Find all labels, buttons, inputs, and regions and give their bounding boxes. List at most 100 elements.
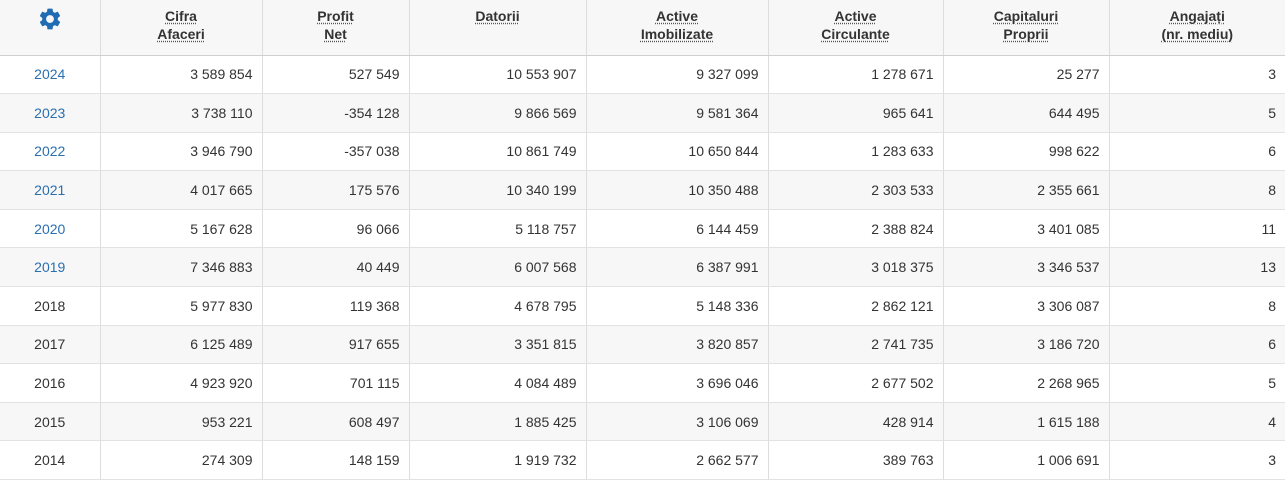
- cell-datorii: 4 678 795: [409, 286, 587, 326]
- cell-active-imobilizate: 6 387 991: [586, 247, 769, 288]
- cell-capitaluri-proprii: 3 346 537: [943, 247, 1110, 288]
- cell-active-circulante: 3 018 375: [768, 247, 944, 288]
- table-body: 2024 3 589 854 527 549 10 553 907 9 327 099 1…: [0, 55, 1285, 481]
- cell-angajati: 8: [1109, 286, 1285, 326]
- cell-capitaluri-proprii: 3 186 720: [943, 325, 1110, 365]
- cell-profit-net: 40 449: [262, 247, 410, 288]
- year-link[interactable]: 2019: [0, 247, 101, 288]
- cell-active-imobilizate: 6 144 459: [586, 209, 769, 249]
- table-row: 2020 5 167 628 96 066 5 118 757 6 144 459 2 3…: [0, 209, 1285, 249]
- cell-datorii: 3 351 815: [409, 325, 587, 365]
- cell-active-circulante: 965 641: [768, 93, 944, 133]
- cell-cifra-afaceri: 6 125 489: [100, 325, 263, 365]
- cell-angajati: 11: [1109, 209, 1285, 249]
- cell-cifra-afaceri: 3 589 854: [100, 55, 263, 95]
- cell-capitaluri-proprii: 2 268 965: [943, 363, 1110, 403]
- cell-cifra-afaceri: 4 017 665: [100, 170, 263, 210]
- cell-profit-net: 701 115: [262, 363, 410, 403]
- cell-cifra-afaceri: 3 738 110: [100, 93, 263, 133]
- cell-active-imobilizate: 9 581 364: [586, 93, 769, 133]
- year-cell: 2014: [0, 440, 101, 481]
- cell-angajati: 4: [1109, 402, 1285, 442]
- header-angajati[interactable]: Angajați (nr. mediu): [1109, 0, 1285, 56]
- cell-datorii: 9 866 569: [409, 93, 587, 133]
- year-link[interactable]: 2023: [0, 93, 101, 133]
- cell-profit-net: 148 159: [262, 440, 410, 481]
- cell-angajati: 3: [1109, 440, 1285, 481]
- table-row: 2017 6 125 489 917 655 3 351 815 3 820 857 2 …: [0, 325, 1285, 365]
- cell-profit-net: -357 038: [262, 132, 410, 172]
- year-link[interactable]: 2022: [0, 132, 101, 172]
- cell-cifra-afaceri: 7 346 883: [100, 247, 263, 288]
- cell-capitaluri-proprii: 2 355 661: [943, 170, 1110, 210]
- cell-active-circulante: 2 741 735: [768, 325, 944, 365]
- cell-datorii: 1 919 732: [409, 440, 587, 481]
- table-row: 2016 4 923 920 701 115 4 084 489 3 696 046 2 …: [0, 363, 1285, 403]
- cell-profit-net: 527 549: [262, 55, 410, 95]
- cell-active-imobilizate: 9 327 099: [586, 55, 769, 95]
- cell-active-circulante: 428 914: [768, 402, 944, 442]
- cell-profit-net: 917 655: [262, 325, 410, 365]
- cell-datorii: 6 007 568: [409, 247, 587, 288]
- cell-profit-net: 96 066: [262, 209, 410, 249]
- table-row: 2024 3 589 854 527 549 10 553 907 9 327 099 1…: [0, 55, 1285, 95]
- cell-active-imobilizate: 5 148 336: [586, 286, 769, 326]
- cell-cifra-afaceri: 4 923 920: [100, 363, 263, 403]
- cell-active-imobilizate: 3 106 069: [586, 402, 769, 442]
- cell-datorii: 4 084 489: [409, 363, 587, 403]
- gear-icon[interactable]: [37, 6, 63, 32]
- financial-table: Cifra Afaceri Profit Net Datorii Active Imo…: [0, 0, 1285, 481]
- cell-active-imobilizate: 3 820 857: [586, 325, 769, 365]
- cell-profit-net: -354 128: [262, 93, 410, 133]
- header-datorii[interactable]: Datorii: [409, 0, 587, 56]
- table-row: 2021 4 017 665 175 576 10 340 199 10 350 488…: [0, 170, 1285, 210]
- table-row: 2019 7 346 883 40 449 6 007 568 6 387 991 3 0…: [0, 247, 1285, 288]
- table-row: 2022 3 946 790 -357 038 10 861 749 10 650 84…: [0, 132, 1285, 172]
- header-profit-net[interactable]: Profit Net: [262, 0, 410, 56]
- cell-profit-net: 175 576: [262, 170, 410, 210]
- cell-angajati: 8: [1109, 170, 1285, 210]
- cell-cifra-afaceri: 5 977 830: [100, 286, 263, 326]
- table-row: 2023 3 738 110 -354 128 9 866 569 9 581 364 9…: [0, 93, 1285, 133]
- cell-profit-net: 608 497: [262, 402, 410, 442]
- cell-cifra-afaceri: 5 167 628: [100, 209, 263, 249]
- header-cifra-afaceri[interactable]: Cifra Afaceri: [100, 0, 263, 56]
- cell-active-circulante: 389 763: [768, 440, 944, 481]
- cell-angajati: 6: [1109, 325, 1285, 365]
- cell-active-imobilizate: 10 350 488: [586, 170, 769, 210]
- cell-active-imobilizate: 2 662 577: [586, 440, 769, 481]
- cell-angajati: 5: [1109, 93, 1285, 133]
- cell-active-circulante: 1 278 671: [768, 55, 944, 95]
- cell-datorii: 10 553 907: [409, 55, 587, 95]
- cell-capitaluri-proprii: 3 306 087: [943, 286, 1110, 326]
- year-cell: 2015: [0, 402, 101, 442]
- header-active-imobilizate[interactable]: Active Imobilizate: [586, 0, 769, 56]
- cell-active-circulante: 2 388 824: [768, 209, 944, 249]
- cell-capitaluri-proprii: 1 615 188: [943, 402, 1110, 442]
- year-link[interactable]: 2021: [0, 170, 101, 210]
- cell-active-circulante: 2 677 502: [768, 363, 944, 403]
- cell-angajati: 5: [1109, 363, 1285, 403]
- cell-angajati: 6: [1109, 132, 1285, 172]
- table-header-row: Cifra Afaceri Profit Net Datorii Active Imo…: [0, 0, 1285, 56]
- header-capitaluri-proprii[interactable]: Capitaluri Proprii: [943, 0, 1110, 56]
- table-row: 2018 5 977 830 119 368 4 678 795 5 148 336 2 …: [0, 286, 1285, 326]
- year-cell: 2016: [0, 363, 101, 403]
- cell-capitaluri-proprii: 644 495: [943, 93, 1110, 133]
- cell-capitaluri-proprii: 1 006 691: [943, 440, 1110, 481]
- table-row: 2014 274 309 148 159 1 919 732 2 662 577 389 …: [0, 440, 1285, 481]
- cell-cifra-afaceri: 953 221: [100, 402, 263, 442]
- year-link[interactable]: 2020: [0, 209, 101, 249]
- cell-cifra-afaceri: 274 309: [100, 440, 263, 481]
- cell-active-circulante: 2 303 533: [768, 170, 944, 210]
- header-active-circulante[interactable]: Active Circulante: [768, 0, 944, 56]
- year-link[interactable]: 2024: [0, 55, 101, 95]
- year-cell: 2017: [0, 325, 101, 365]
- cell-datorii: 10 340 199: [409, 170, 587, 210]
- year-cell: 2018: [0, 286, 101, 326]
- cell-angajati: 3: [1109, 55, 1285, 95]
- cell-datorii: 1 885 425: [409, 402, 587, 442]
- cell-profit-net: 119 368: [262, 286, 410, 326]
- cell-angajati: 13: [1109, 247, 1285, 288]
- cell-cifra-afaceri: 3 946 790: [100, 132, 263, 172]
